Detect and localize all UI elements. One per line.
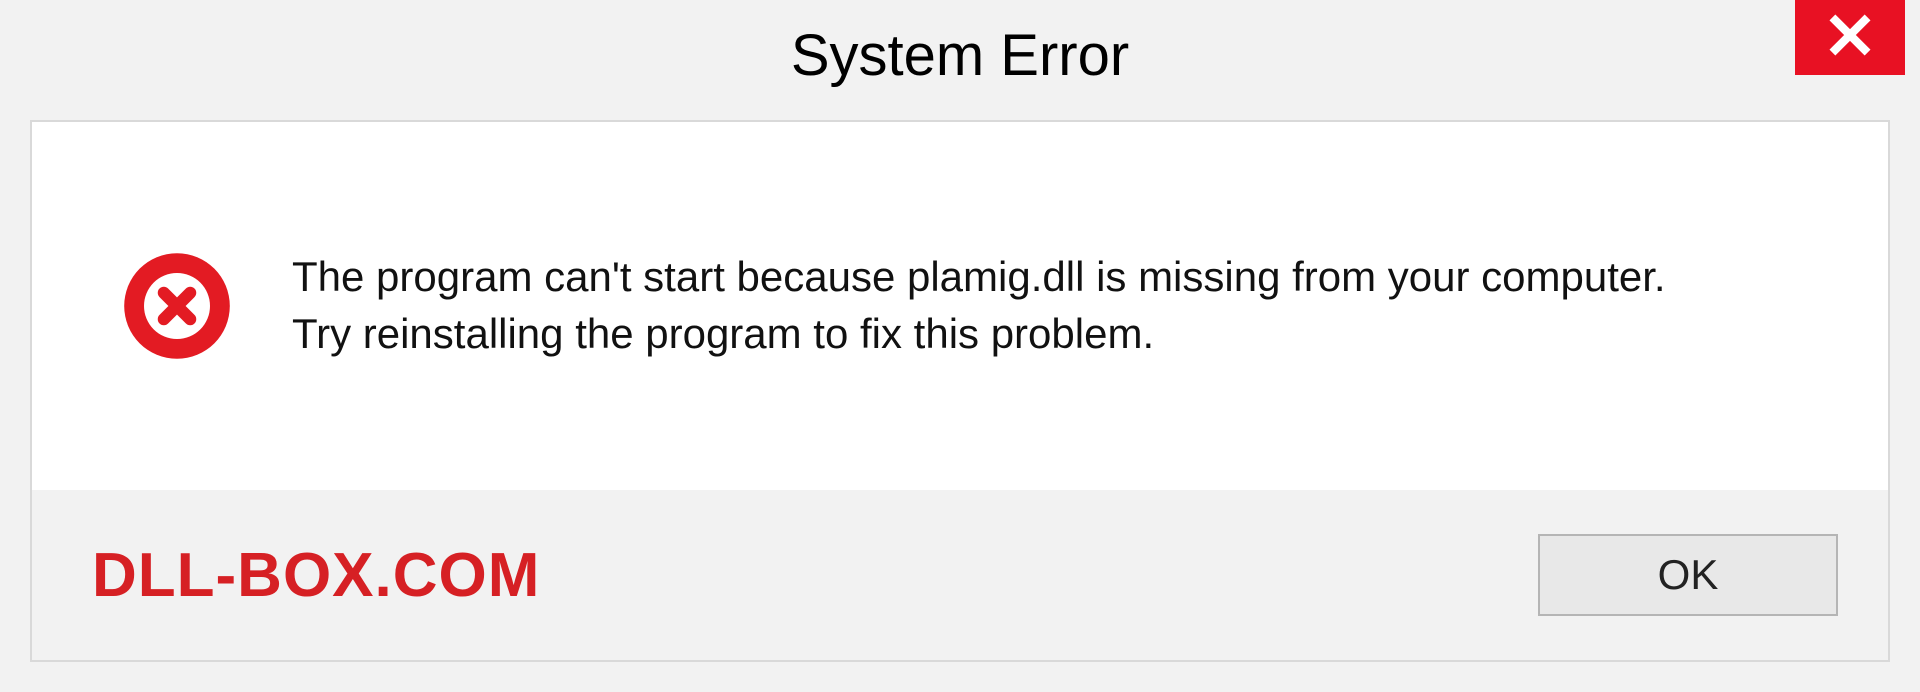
watermark-text: DLL-BOX.COM <box>92 540 540 611</box>
message-area: The program can't start because plamig.d… <box>32 122 1888 490</box>
close-icon <box>1828 13 1872 62</box>
dialog-body: The program can't start because plamig.d… <box>30 120 1890 662</box>
titlebar: System Error <box>0 0 1920 100</box>
error-icon <box>122 251 232 361</box>
error-message-line2: Try reinstalling the program to fix this… <box>292 310 1154 357</box>
close-button[interactable] <box>1795 0 1905 75</box>
error-message-line1: The program can't start because plamig.d… <box>292 253 1666 300</box>
ok-button[interactable]: OK <box>1538 534 1838 616</box>
dialog-footer: DLL-BOX.COM OK <box>32 490 1888 660</box>
error-message: The program can't start because plamig.d… <box>292 249 1666 362</box>
dialog-title: System Error <box>791 22 1129 89</box>
